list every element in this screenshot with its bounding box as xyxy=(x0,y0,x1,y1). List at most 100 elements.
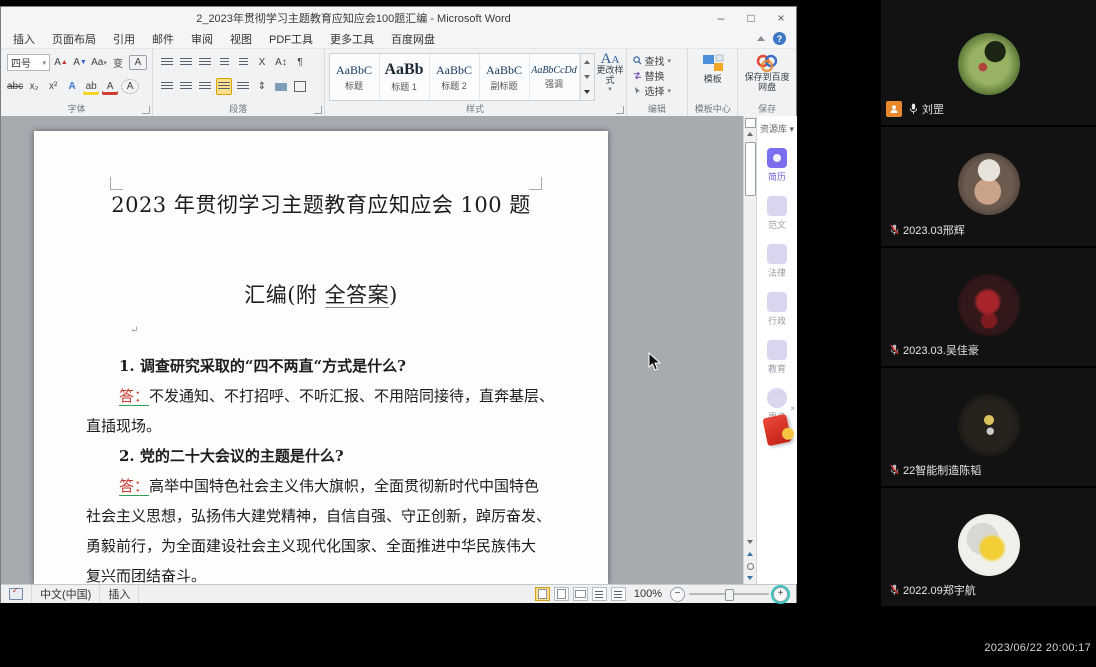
resource-item-sample-docs[interactable]: 范文 xyxy=(757,196,797,231)
close-button[interactable]: × xyxy=(766,7,796,29)
tab-review[interactable]: 审阅 xyxy=(191,31,213,47)
zoom-in-button[interactable]: + xyxy=(773,587,788,602)
scroll-down-icon[interactable] xyxy=(745,536,756,548)
spellcheck-status[interactable] xyxy=(1,585,32,603)
show-marks-button[interactable]: ¶ xyxy=(292,54,308,71)
replace-button[interactable]: 替换 xyxy=(627,68,688,83)
character-border-button[interactable]: A xyxy=(129,55,147,70)
sort-button[interactable]: A↕ xyxy=(273,54,289,71)
zoom-slider[interactable] xyxy=(689,593,769,595)
collapse-ribbon-icon[interactable] xyxy=(757,36,765,41)
fullscreen-view-icon[interactable] xyxy=(554,587,569,601)
title-bar[interactable]: 2_2023年贯彻学习主题教育应知应会100题汇编 - Microsoft Wo… xyxy=(1,7,796,30)
gallery-down-icon[interactable] xyxy=(584,75,590,79)
asian-layout-button[interactable]: X xyxy=(254,54,270,71)
participant-tile[interactable]: 刘罡 xyxy=(881,0,1096,125)
participant-tile[interactable]: 2023.03.吴佳豪 xyxy=(881,248,1096,366)
align-center-button[interactable] xyxy=(178,78,194,95)
tab-view[interactable]: 视图 xyxy=(230,31,252,47)
gallery-more-icon[interactable] xyxy=(584,90,590,94)
language-status[interactable]: 中文(中国) xyxy=(32,585,100,603)
font-dialog-launcher-icon[interactable] xyxy=(142,106,150,114)
participant-tile[interactable]: 2023.03邢辉 xyxy=(881,127,1096,246)
strikethrough-button[interactable]: abc xyxy=(7,78,23,95)
web-layout-view-icon[interactable] xyxy=(573,587,588,601)
tab-insert[interactable]: 插入 xyxy=(13,31,35,47)
tab-mailings[interactable]: 邮件 xyxy=(152,31,174,47)
tab-more-tools[interactable]: 更多工具 xyxy=(330,31,374,47)
next-page-icon[interactable] xyxy=(745,572,756,584)
enclose-characters-button[interactable]: A xyxy=(121,79,139,94)
participant-tile[interactable]: 2022.09郑宇航 xyxy=(881,488,1096,606)
resource-item-legal[interactable]: 法律 xyxy=(757,244,797,279)
zoom-slider-thumb[interactable] xyxy=(725,589,734,601)
margin-mark xyxy=(110,177,123,190)
minimize-button[interactable]: – xyxy=(706,7,736,29)
select-button[interactable]: 选择▾ xyxy=(627,83,688,98)
styles-dialog-launcher-icon[interactable] xyxy=(616,106,624,114)
resource-panel-header[interactable]: 资源库 ▾ xyxy=(757,116,797,135)
grow-font-button[interactable]: A▲ xyxy=(53,54,69,71)
borders-button[interactable] xyxy=(292,78,308,95)
split-handle[interactable] xyxy=(745,118,756,128)
style-subtitle[interactable]: AaBbC 副标题 xyxy=(480,54,530,100)
tab-baidu-netdisk[interactable]: 百度网盘 xyxy=(391,31,435,47)
doc-question-2: 2. 党的二十大会议的主题是什么? xyxy=(34,441,608,471)
font-size-select[interactable]: 四号▾ xyxy=(7,54,50,71)
insert-mode-status[interactable]: 插入 xyxy=(100,585,139,603)
resource-item-admin[interactable]: 行政 xyxy=(757,292,797,327)
draft-view-icon[interactable] xyxy=(611,587,626,601)
resource-item-resume[interactable]: 简历 xyxy=(757,148,797,183)
document-page[interactable]: 2023 年贯彻学习主题教育应知应会 100 题 汇编(附 全答案) ↵ 1. … xyxy=(34,131,608,584)
subscript-button[interactable]: x₂ xyxy=(26,78,42,95)
document-scrollbar[interactable] xyxy=(743,116,756,584)
bullets-button[interactable] xyxy=(159,54,175,71)
styles-gallery-scroll[interactable] xyxy=(580,54,594,100)
zoom-out-button[interactable]: − xyxy=(670,587,685,602)
select-browse-object-icon[interactable] xyxy=(745,560,756,572)
outline-view-icon[interactable] xyxy=(592,587,607,601)
tab-references[interactable]: 引用 xyxy=(113,31,135,47)
font-color-button[interactable]: A xyxy=(102,78,118,95)
gallery-up-icon[interactable] xyxy=(584,60,590,64)
scroll-up-icon[interactable] xyxy=(745,128,756,140)
replace-icon xyxy=(633,71,642,80)
shading-button[interactable] xyxy=(273,78,289,95)
distribute-button[interactable] xyxy=(235,78,251,95)
decrease-indent-button[interactable] xyxy=(216,54,232,71)
resource-item-education[interactable]: 教育 xyxy=(757,340,797,375)
answer-prefix: 答： xyxy=(119,477,149,496)
change-styles-button[interactable]: AA 更改样式 ▾ xyxy=(595,49,626,95)
paragraph-dialog-launcher-icon[interactable] xyxy=(314,106,322,114)
superscript-button[interactable]: x² xyxy=(45,78,61,95)
align-left-button[interactable] xyxy=(159,78,175,95)
scrollbar-thumb[interactable] xyxy=(745,142,756,196)
document-area[interactable]: 2023 年贯彻学习主题教育应知应会 100 题 汇编(附 全答案) ↵ 1. … xyxy=(1,116,743,584)
print-layout-view-icon[interactable] xyxy=(535,587,550,601)
align-right-button[interactable] xyxy=(197,78,213,95)
line-spacing-button[interactable]: ⇕ xyxy=(254,78,270,95)
style-heading2[interactable]: AaBbC 标题 2 xyxy=(430,54,480,100)
numbering-button[interactable] xyxy=(178,54,194,71)
find-button[interactable]: 查找▾ xyxy=(627,53,688,68)
tab-pdf-tools[interactable]: PDF工具 xyxy=(269,31,313,47)
style-emphasis[interactable]: AaBbCcDd 强调 xyxy=(530,54,580,100)
style-heading1[interactable]: AaBb 标题 1 xyxy=(380,54,430,100)
participant-tile[interactable]: 22智能制造陈韬 xyxy=(881,368,1096,486)
tab-page-layout[interactable]: 页面布局 xyxy=(52,31,96,47)
justify-button[interactable] xyxy=(216,78,232,95)
close-icon[interactable]: × xyxy=(790,404,795,413)
shrink-font-button[interactable]: A▼ xyxy=(72,54,88,71)
highlight-color-button[interactable]: ab xyxy=(83,78,99,95)
style-heading[interactable]: AaBbC 标题 xyxy=(330,54,380,100)
text-effects-button[interactable]: A xyxy=(64,78,80,95)
change-case-button[interactable]: Aa▾ xyxy=(91,54,107,71)
zoom-level[interactable]: 100% xyxy=(634,588,662,600)
save-group: 保存到百度网盘 保存 xyxy=(738,49,796,116)
multilevel-list-button[interactable] xyxy=(197,54,213,71)
help-icon[interactable]: ? xyxy=(773,32,786,45)
phonetic-guide-button[interactable]: 变 xyxy=(110,54,126,71)
increase-indent-button[interactable] xyxy=(235,54,251,71)
previous-page-icon[interactable] xyxy=(745,548,756,560)
maximize-button[interactable]: □ xyxy=(736,7,766,29)
